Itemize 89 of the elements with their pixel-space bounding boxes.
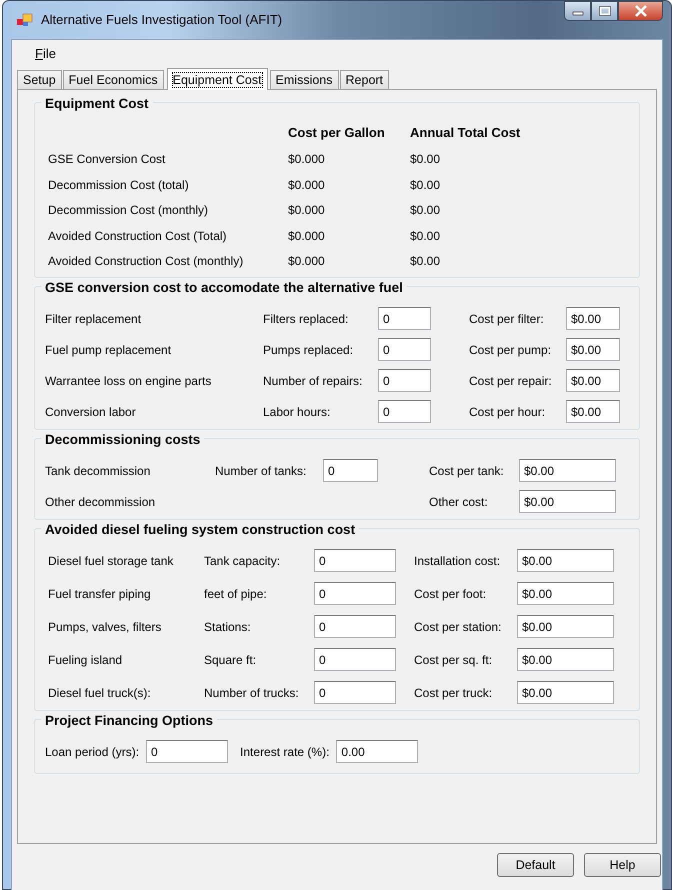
input-field[interactable]: 0.00 bbox=[336, 740, 418, 763]
field-label: Cost per tank: bbox=[429, 462, 505, 480]
dialog-button[interactable]: Help bbox=[584, 853, 661, 877]
row-label: Diesel fuel truck(s): bbox=[48, 684, 152, 702]
field-label: Cost per filter: bbox=[469, 310, 545, 328]
row-label: Fuel pump replacement bbox=[45, 342, 172, 358]
input-field[interactable]: $0.00 bbox=[566, 307, 620, 330]
field-label: Cost per hour: bbox=[469, 404, 546, 420]
cost-value: $0.000 bbox=[288, 151, 326, 168]
row-label: Fueling island bbox=[48, 652, 124, 668]
cost-value: $0.00 bbox=[410, 253, 442, 270]
input-field[interactable]: $0.00 bbox=[517, 681, 614, 704]
cost-value: $0.000 bbox=[288, 176, 326, 194]
input-field[interactable]: $0.00 bbox=[566, 338, 620, 361]
input-field[interactable]: 0 bbox=[323, 459, 378, 482]
field-label: Other cost: bbox=[429, 494, 489, 510]
row-label: Warrantee loss on engine parts bbox=[45, 372, 212, 390]
input-field[interactable]: 0 bbox=[378, 338, 431, 361]
tab[interactable]: Report bbox=[340, 70, 390, 89]
cost-value: $0.00 bbox=[410, 151, 442, 168]
column-header: Cost per Gallon bbox=[288, 124, 386, 142]
input-field[interactable]: 0 bbox=[378, 307, 431, 330]
minimize-button[interactable] bbox=[564, 1, 591, 21]
row-label: Avoided Construction Cost (Total) bbox=[48, 228, 228, 245]
cost-value: $0.000 bbox=[288, 253, 326, 270]
column-header: Annual Total Cost bbox=[410, 124, 522, 142]
cost-value: $0.00 bbox=[410, 228, 442, 245]
field-label: Cost per pump: bbox=[469, 342, 552, 358]
dialog-button[interactable]: Default bbox=[497, 853, 574, 877]
field-label: Loan period (yrs): bbox=[45, 744, 140, 760]
menu-item[interactable]: File bbox=[32, 44, 59, 64]
row-label: Decommission Cost (monthly) bbox=[48, 202, 210, 220]
input-field[interactable]: $0.00 bbox=[517, 582, 614, 605]
input-field[interactable]: 0 bbox=[314, 648, 396, 671]
input-field[interactable]: $0.00 bbox=[517, 549, 614, 572]
field-label: Pumps replaced: bbox=[263, 342, 354, 358]
field-label: Installation cost: bbox=[414, 552, 502, 570]
input-field[interactable]: $0.00 bbox=[519, 459, 616, 482]
input-field[interactable]: $0.00 bbox=[517, 648, 614, 671]
row-label: GSE Conversion Cost bbox=[48, 151, 166, 168]
input-field[interactable]: 0 bbox=[314, 681, 396, 704]
tab[interactable]: Emissions bbox=[270, 70, 339, 89]
field-label: Cost per sq. ft: bbox=[414, 652, 494, 668]
row-label: Other decommission bbox=[45, 494, 156, 510]
row-label: Tank decommission bbox=[45, 462, 152, 480]
window-title: Alternative Fuels Investigation Tool (AFIT) bbox=[41, 11, 282, 30]
field-label: Cost per foot: bbox=[414, 586, 488, 602]
maximize-button[interactable] bbox=[591, 1, 618, 21]
input-field[interactable]: 0 bbox=[314, 549, 396, 572]
row-label: Fuel transfer piping bbox=[48, 586, 152, 602]
row-label: Conversion labor bbox=[45, 404, 137, 420]
cost-value: $0.00 bbox=[410, 202, 442, 220]
input-field[interactable]: $0.00 bbox=[566, 400, 620, 423]
input-field[interactable]: 0 bbox=[314, 615, 396, 638]
close-button[interactable] bbox=[618, 1, 663, 21]
tab[interactable]: Equipment Cost bbox=[166, 68, 268, 90]
field-label: Filters replaced: bbox=[263, 310, 350, 328]
field-label: Cost per truck: bbox=[414, 684, 494, 702]
app-icon bbox=[17, 13, 33, 27]
row-label: Filter replacement bbox=[45, 310, 142, 328]
field-label: Stations: bbox=[204, 618, 252, 636]
row-label: Decommission Cost (total) bbox=[48, 176, 190, 194]
field-label: Cost per station: bbox=[414, 618, 502, 636]
row-label: Pumps, valves, filters bbox=[48, 618, 162, 636]
input-field[interactable]: $0.00 bbox=[519, 490, 616, 513]
input-field[interactable]: 0 bbox=[378, 400, 431, 423]
input-field[interactable]: 0 bbox=[146, 740, 228, 763]
field-label: Tank capacity: bbox=[204, 552, 282, 570]
field-label: Labor hours: bbox=[263, 404, 332, 420]
input-field[interactable]: 0 bbox=[378, 369, 431, 392]
field-label: Interest rate (%): bbox=[240, 744, 330, 760]
tab[interactable]: Setup bbox=[17, 70, 62, 89]
field-label: Square ft: bbox=[204, 652, 258, 668]
field-label: feet of pipe: bbox=[204, 586, 268, 602]
tab[interactable]: Fuel Economics bbox=[62, 70, 164, 89]
input-field[interactable]: $0.00 bbox=[566, 369, 620, 392]
input-field[interactable]: $0.00 bbox=[517, 615, 614, 638]
field-label: Number of trucks: bbox=[204, 684, 300, 702]
field-label: Cost per repair: bbox=[469, 372, 553, 390]
close-icon bbox=[634, 5, 648, 17]
field-label: Number of repairs: bbox=[263, 372, 364, 390]
maximize-icon bbox=[598, 6, 610, 16]
input-field[interactable]: 0 bbox=[314, 582, 396, 605]
cost-value: $0.000 bbox=[288, 202, 326, 220]
row-label: Diesel fuel storage tank bbox=[48, 552, 174, 570]
field-label: Number of tanks: bbox=[215, 462, 308, 480]
cost-value: $0.00 bbox=[410, 176, 442, 194]
cost-value: $0.000 bbox=[288, 228, 326, 245]
row-label: Avoided Construction Cost (monthly) bbox=[48, 253, 244, 270]
